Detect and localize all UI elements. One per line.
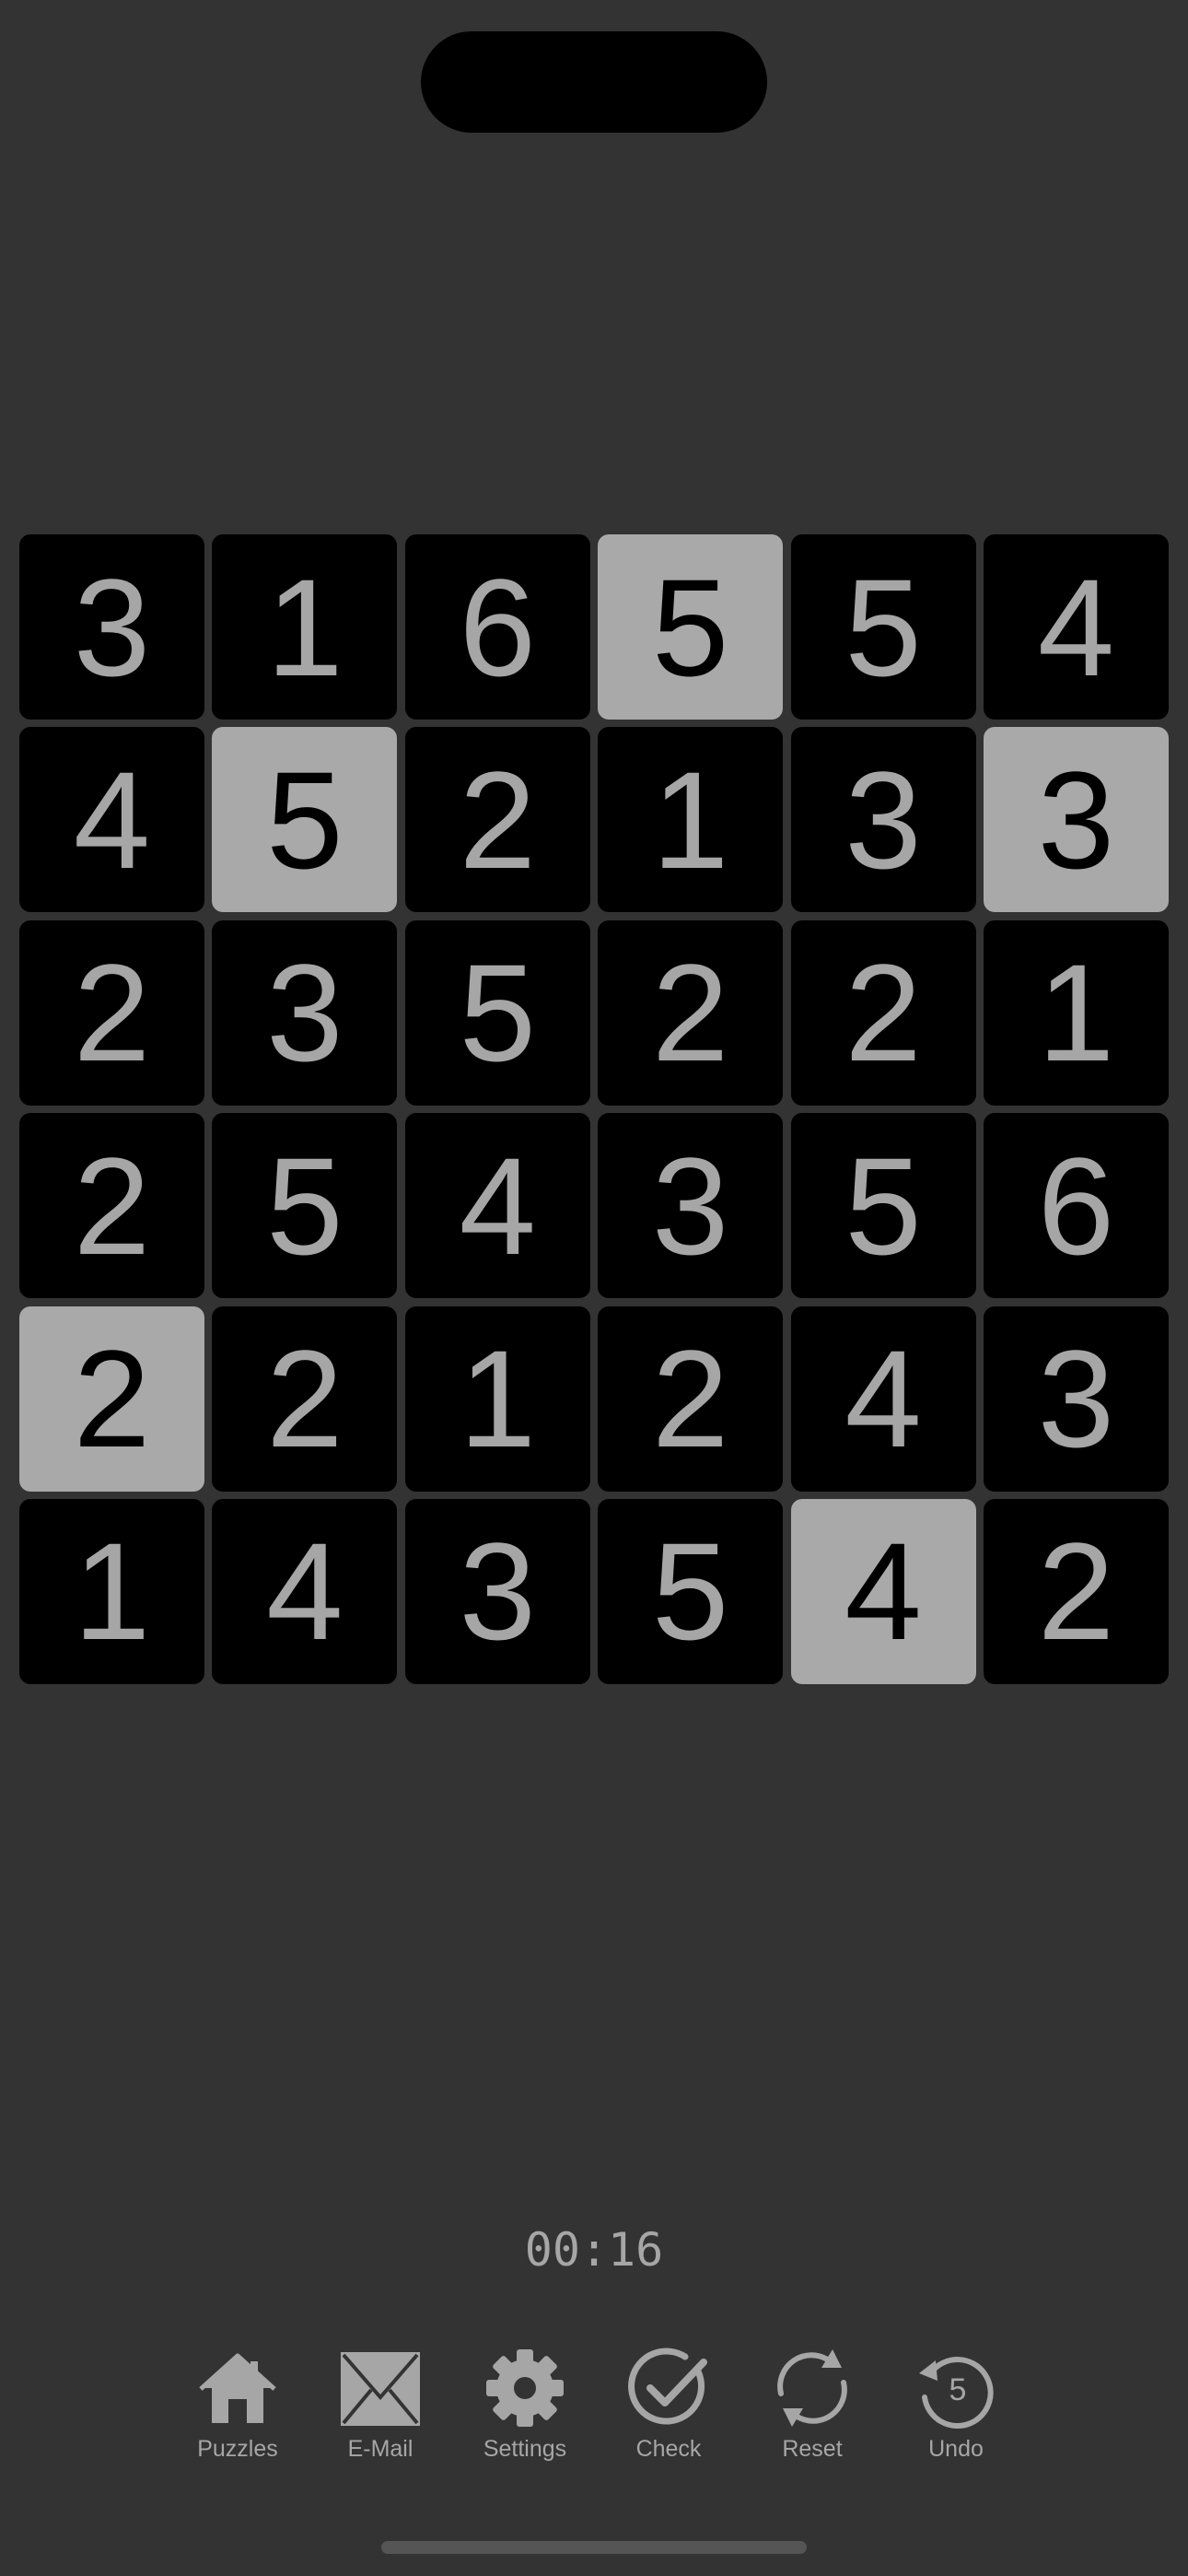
reset-button[interactable]: Reset <box>748 2340 877 2478</box>
grid-cell[interactable]: 2 <box>212 1306 398 1492</box>
settings-button[interactable]: Settings <box>460 2340 589 2478</box>
grid-cell[interactable]: 5 <box>212 1113 398 1299</box>
email-label: E-Mail <box>347 2436 413 2462</box>
grid-cell[interactable]: 2 <box>983 1498 1169 1684</box>
grid-cell[interactable]: 5 <box>404 919 590 1106</box>
grid-cell[interactable]: 4 <box>790 1306 976 1492</box>
puzzles-label: Puzzles <box>197 2436 278 2462</box>
dynamic-island <box>421 31 767 133</box>
grid-cell[interactable]: 1 <box>983 919 1169 1106</box>
undo-count: 5 <box>949 2372 967 2407</box>
reset-label: Reset <box>782 2436 843 2462</box>
grid-cell[interactable]: 6 <box>983 1113 1169 1299</box>
grid-cell[interactable]: 5 <box>790 1113 976 1299</box>
grid-cell[interactable]: 3 <box>19 534 204 720</box>
undo-arrow-icon: 5 <box>919 2357 994 2429</box>
grid-cell[interactable]: 3 <box>598 1113 784 1299</box>
grid-cell[interactable]: 3 <box>790 727 976 913</box>
house-icon <box>199 2353 276 2423</box>
grid-cell[interactable]: 4 <box>404 1113 590 1299</box>
grid-cell[interactable]: 1 <box>404 1306 590 1492</box>
undo-button[interactable]: 5 Undo <box>891 2340 1020 2478</box>
grid-cell[interactable]: 1 <box>598 727 784 913</box>
email-button[interactable]: E-Mail <box>316 2340 445 2478</box>
grid-cell[interactable]: 6 <box>404 534 590 720</box>
grid-cell[interactable]: 2 <box>19 919 204 1106</box>
grid-cell[interactable]: 3 <box>404 1498 590 1684</box>
grid-cell[interactable]: 5 <box>212 727 398 913</box>
grid-cell[interactable]: 1 <box>212 534 398 720</box>
grid-cell[interactable]: 5 <box>598 1498 784 1684</box>
toolbar: Puzzles E-Mail Settings Check Reset 5 Un… <box>0 2340 1188 2478</box>
grid-cell[interactable]: 3 <box>983 1306 1169 1492</box>
grid-cell[interactable]: 2 <box>404 727 590 913</box>
checkmark-circle-icon <box>628 2348 707 2425</box>
grid-cell[interactable]: 2 <box>598 919 784 1106</box>
grid-cell[interactable]: 2 <box>19 1113 204 1299</box>
grid-cell[interactable]: 4 <box>983 534 1169 720</box>
grid-cell[interactable]: 5 <box>790 534 976 720</box>
settings-label: Settings <box>483 2436 567 2462</box>
grid-cell[interactable]: 4 <box>19 727 204 913</box>
grid-cell[interactable]: 3 <box>212 919 398 1106</box>
grid-cell[interactable]: 4 <box>212 1498 398 1684</box>
grid-cell[interactable]: 1 <box>19 1498 204 1684</box>
timer: 00:16 <box>524 2223 664 2277</box>
check-button[interactable]: Check <box>604 2340 733 2478</box>
grid-cell[interactable]: 2 <box>19 1306 204 1492</box>
grid-cell[interactable]: 2 <box>598 1306 784 1492</box>
reset-arrows-icon <box>777 2349 847 2427</box>
gear-icon <box>486 2349 564 2427</box>
grid-cell[interactable]: 3 <box>983 727 1169 913</box>
grid-cell[interactable]: 4 <box>790 1498 976 1684</box>
puzzle-grid: 316554452133235221254356221243143542 <box>19 534 1169 1684</box>
grid-cell[interactable]: 5 <box>598 534 784 720</box>
undo-label: Undo <box>928 2436 984 2462</box>
puzzles-button[interactable]: Puzzles <box>173 2340 302 2478</box>
envelope-icon <box>341 2352 420 2426</box>
home-indicator <box>381 2541 807 2554</box>
grid-cell[interactable]: 2 <box>790 919 976 1106</box>
check-label: Check <box>635 2436 702 2462</box>
